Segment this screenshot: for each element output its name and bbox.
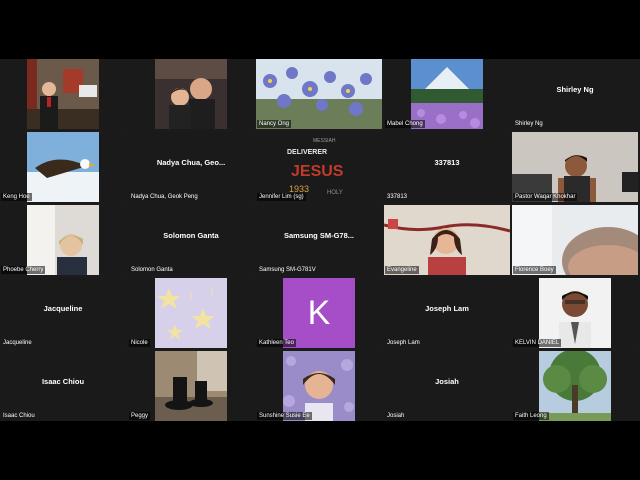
participant-video bbox=[155, 59, 227, 129]
participant-tile-nancy-ong[interactable]: Nancy Ong bbox=[256, 59, 382, 129]
participant-video bbox=[539, 351, 611, 421]
avatar-initial: K bbox=[307, 293, 331, 332]
participant-video bbox=[155, 278, 227, 348]
participant-name-label: Mabel Chong bbox=[385, 120, 425, 128]
participant-name-label: Solomon Ganta bbox=[131, 267, 173, 273]
participant-name-label: 337813 bbox=[387, 194, 408, 200]
participant-display-name: Isaac Chiou bbox=[41, 377, 85, 386]
participant-display-name: Solomon Ganta bbox=[163, 231, 219, 240]
participant-tile-phoebe-cherry[interactable]: Phoebe Cherry bbox=[0, 205, 126, 275]
participant-display-name: Nadya Chua, Geo... bbox=[156, 158, 226, 167]
participant-name-label: Evangeline bbox=[385, 266, 419, 274]
participant-tile-kelvin-daniel[interactable]: KELVIN DANIEL bbox=[512, 278, 638, 348]
participant-name-label: Nadya Chua, Geok Peng bbox=[131, 194, 198, 200]
participant-tile-nadya-chua-geok-peng[interactable]: Nadya Chua, Geo... Nadya Chua, Geok Peng bbox=[128, 132, 254, 202]
participant-video bbox=[27, 132, 99, 202]
participant-tile-josiah[interactable]: Josiah Josiah bbox=[384, 351, 510, 421]
participant-video bbox=[27, 205, 99, 275]
participant-tile-nicole[interactable]: Nicole bbox=[128, 278, 254, 348]
participant-tile-337813[interactable]: 337813 337813 bbox=[384, 132, 510, 202]
participant-name-label: Florence Boey bbox=[513, 266, 556, 274]
participant-video bbox=[155, 351, 227, 421]
participant-video bbox=[411, 59, 483, 129]
participant-display-name: Shirley Ng bbox=[556, 85, 594, 94]
svg-text:MESSIAH: MESSIAH bbox=[313, 138, 336, 144]
participant-tile[interactable] bbox=[128, 59, 254, 129]
participant-video bbox=[256, 59, 382, 129]
participant-name-label: Joseph Lam bbox=[387, 340, 420, 346]
svg-text:DELIVERER: DELIVERER bbox=[287, 149, 327, 156]
participant-name-label: Isaac Chiou bbox=[3, 413, 35, 419]
participant-tile-samsung-sm-g781v[interactable]: Samsung SM-G78... Samsung SM-G781V bbox=[256, 205, 382, 275]
participant-video: MESSIAH DELIVERER JESUS 1933 HOLY bbox=[283, 132, 355, 202]
participant-name-label: Peggy bbox=[129, 412, 151, 420]
participant-display-name: Samsung SM-G78... bbox=[283, 231, 355, 240]
participant-tile-joseph-lam[interactable]: Joseph Lam Joseph Lam bbox=[384, 278, 510, 348]
participant-name-label: Pastor Waqar Khokhar bbox=[513, 193, 578, 201]
participant-tile-peggy[interactable]: Peggy bbox=[128, 351, 254, 421]
participant-tile-jennifer-lim-sg[interactable]: MESSIAH DELIVERER JESUS 1933 HOLY Jennifer Li… bbox=[256, 132, 382, 202]
participant-tile-kathleen-teo[interactable]: K Kathleen Teo bbox=[256, 278, 382, 348]
participant-name-label: Phoebe Cherry bbox=[1, 266, 46, 274]
participant-name-label: Josiah bbox=[387, 413, 405, 419]
participant-name-label: Jacqueline bbox=[3, 340, 32, 346]
participant-tile-shirley-ng[interactable]: Shirley Ng Shirley Ng bbox=[512, 59, 638, 129]
participant-display-name: 337813 bbox=[434, 158, 460, 167]
participant-tile-mabel-chong[interactable]: Mabel Chong bbox=[384, 59, 510, 129]
participant-name-label: Nicole bbox=[129, 339, 150, 347]
participant-name-label: Jennifer Lim (sg) bbox=[257, 193, 306, 201]
svg-text:HOLY: HOLY bbox=[327, 190, 343, 196]
participant-name-label: Samsung SM-G781V bbox=[259, 267, 316, 273]
participant-tile-pastor-waqar-khokhar[interactable]: Pastor Waqar Khokhar bbox=[512, 132, 638, 202]
participant-video bbox=[512, 132, 638, 202]
participant-tile-faith-leong[interactable]: Faith Leong bbox=[512, 351, 638, 421]
participant-video bbox=[539, 278, 611, 348]
participant-name-label: Faith Leong bbox=[513, 412, 549, 420]
participant-tile[interactable] bbox=[0, 59, 126, 129]
participant-name-label: Sunshine Susie Ee bbox=[257, 412, 312, 420]
participant-tile-isaac-chiou[interactable]: Isaac Chiou Isaac Chiou bbox=[0, 351, 126, 421]
participant-video bbox=[512, 205, 638, 275]
svg-text:JESUS: JESUS bbox=[291, 163, 344, 180]
participant-video bbox=[283, 351, 355, 421]
participant-name-label: Keng Hoe bbox=[1, 193, 32, 201]
participant-tile-sunshine-susie-ee[interactable]: Sunshine Susie Ee bbox=[256, 351, 382, 421]
participant-video bbox=[27, 59, 99, 129]
gallery-grid: Nancy Ong Mabel Chong Shirley Ng Shirley Ng… bbox=[0, 59, 640, 421]
participant-tile-keng-hoe[interactable]: Keng Hoe bbox=[0, 132, 126, 202]
participant-display-name: Joseph Lam bbox=[425, 304, 469, 313]
participant-name-label: Shirley Ng bbox=[515, 121, 543, 127]
participant-tile-evangeline[interactable]: Evangeline bbox=[384, 205, 510, 275]
participant-tile-jacqueline[interactable]: Jacqueline Jacqueline bbox=[0, 278, 126, 348]
participant-avatar: K bbox=[283, 278, 355, 348]
participant-display-name: Jacqueline bbox=[43, 304, 83, 313]
participant-video bbox=[384, 205, 510, 275]
participant-tile-florence-boey[interactable]: Florence Boey bbox=[512, 205, 638, 275]
participant-name-label: KELVIN DANIEL bbox=[513, 339, 562, 347]
participant-tile-solomon-ganta[interactable]: Solomon Ganta Solomon Ganta bbox=[128, 205, 254, 275]
participant-name-label: Kathleen Teo bbox=[257, 339, 296, 347]
participant-name-label: Nancy Ong bbox=[257, 120, 292, 128]
participant-display-name: Josiah bbox=[435, 377, 459, 386]
